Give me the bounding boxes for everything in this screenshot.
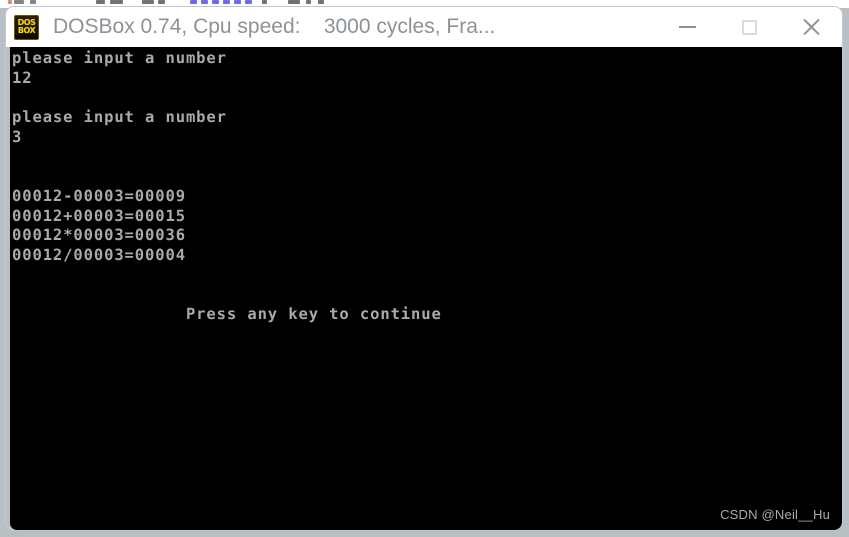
- backdrop-fragment: [190, 0, 197, 4]
- dosbox-app-icon: DOS BOX: [14, 14, 39, 40]
- dosbox-window: DOS BOX DOSBox 0.74, Cpu speed: 3000 cyc…: [6, 7, 842, 530]
- backdrop-fragment: [110, 0, 123, 4]
- watermark-label: CSDN @Neil__Hu: [720, 507, 830, 522]
- window-titlebar[interactable]: DOS BOX DOSBox 0.74, Cpu speed: 3000 cyc…: [6, 7, 842, 47]
- dos-terminal[interactable]: please input a number 12 please input a n…: [10, 47, 842, 530]
- maximize-icon: [741, 19, 757, 35]
- terminal-line: please input a number: [12, 49, 227, 67]
- screen-root: DOS BOX DOSBox 0.74, Cpu speed: 3000 cyc…: [0, 0, 849, 537]
- backdrop-fragment: [306, 0, 311, 4]
- terminal-line: 00012-00003=00009: [12, 186, 186, 205]
- backdrop-fragment: [245, 0, 252, 4]
- backdrop-fragment: [223, 0, 230, 4]
- backdrop-fragment: [158, 0, 165, 4]
- backdrop-fragment: [288, 0, 300, 4]
- window-title: DOSBox 0.74, Cpu speed: 3000 cycles, Fra…: [53, 15, 496, 38]
- backdrop-fragment: [201, 0, 208, 4]
- backdrop-fragment: [318, 0, 324, 4]
- minimize-icon: [678, 26, 696, 28]
- terminal-line: 00012/00003=00004: [12, 245, 186, 264]
- close-button[interactable]: [780, 7, 842, 47]
- dosbox-icon-bottom-text: BOX: [17, 26, 36, 35]
- terminal-line: 00012+00003=00015: [12, 206, 186, 225]
- terminal-line: 3: [12, 127, 23, 146]
- terminal-line: 12: [12, 68, 33, 87]
- maximize-button[interactable]: [718, 7, 780, 47]
- terminal-line: 00012*00003=00036: [12, 226, 186, 245]
- close-icon: [801, 17, 821, 37]
- backdrop-fragment: [96, 0, 105, 4]
- backdrop-fragment: [14, 0, 24, 4]
- terminal-line: please input a number: [12, 108, 227, 127]
- minimize-button[interactable]: [656, 7, 718, 47]
- backdrop-fragment: [8, 0, 12, 4]
- window-controls: [656, 7, 842, 47]
- backdrop-fragment: [142, 0, 154, 4]
- terminal-output: please input a number 12 please input a n…: [10, 47, 442, 325]
- terminal-area: please input a number 12 please input a n…: [6, 47, 842, 530]
- backdrop-fragment: [212, 0, 219, 4]
- backdrop-fragment: [262, 0, 267, 4]
- terminal-line: Press any key to continue: [12, 304, 442, 323]
- backdrop-fragment: [234, 0, 241, 4]
- backdrop-fragment: [30, 0, 36, 4]
